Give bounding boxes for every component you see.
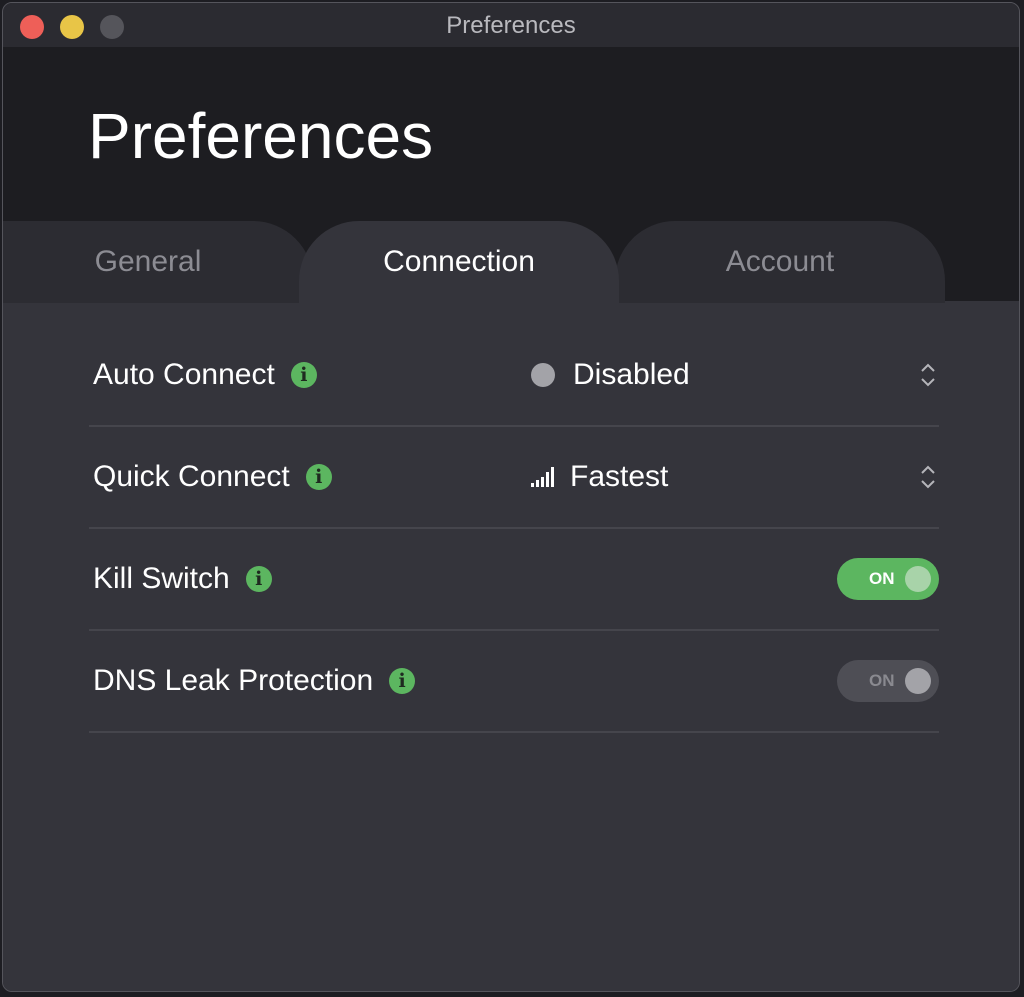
title-bar: Preferences bbox=[3, 3, 1019, 47]
toggle-label: ON bbox=[869, 569, 895, 588]
info-icon[interactable]: i bbox=[389, 668, 416, 694]
setting-row-dns-leak-protection: DNS Leak Protection i ON bbox=[89, 631, 939, 733]
chevron-up-down-icon[interactable] bbox=[919, 462, 937, 492]
page-title: Preferences bbox=[88, 100, 434, 172]
tab-account[interactable]: Account bbox=[615, 221, 945, 303]
toggle-label: ON bbox=[869, 671, 895, 690]
info-icon[interactable]: i bbox=[290, 362, 317, 388]
quick-connect-value: Fastest bbox=[570, 460, 669, 493]
signal-bars-icon bbox=[531, 467, 554, 487]
tab-connection[interactable]: Connection bbox=[299, 221, 619, 303]
kill-switch-toggle[interactable]: ON bbox=[837, 558, 939, 600]
window-title: Preferences bbox=[446, 12, 576, 39]
tab-general[interactable]: General bbox=[3, 221, 313, 303]
quick-connect-select[interactable]: Fastest bbox=[531, 460, 668, 494]
status-dot-icon bbox=[531, 363, 555, 387]
info-icon[interactable]: i bbox=[245, 566, 272, 592]
dns-leak-protection-toggle[interactable]: ON bbox=[837, 660, 939, 702]
setting-label: Kill Switch bbox=[93, 562, 230, 595]
auto-connect-value: Disabled bbox=[573, 358, 690, 391]
setting-row-kill-switch: Kill Switch i ON bbox=[89, 529, 939, 631]
setting-row-auto-connect: Auto Connect i Disabled bbox=[89, 325, 939, 427]
toggle-knob bbox=[905, 668, 931, 694]
toggle-knob bbox=[905, 566, 931, 592]
connection-settings-panel: Auto Connect i Disabled Quick Connect i bbox=[3, 303, 1019, 991]
preferences-window: Preferences Preferences General Account … bbox=[2, 2, 1020, 992]
setting-label: DNS Leak Protection bbox=[93, 664, 374, 697]
chevron-up-down-icon[interactable] bbox=[919, 360, 937, 390]
setting-row-quick-connect: Quick Connect i Fastest bbox=[89, 427, 939, 529]
tab-bar: General Account Connection bbox=[3, 221, 1019, 303]
setting-label: Auto Connect bbox=[93, 358, 275, 391]
auto-connect-select[interactable]: Disabled bbox=[531, 358, 690, 392]
setting-label: Quick Connect bbox=[93, 460, 290, 493]
info-icon[interactable]: i bbox=[305, 464, 332, 490]
